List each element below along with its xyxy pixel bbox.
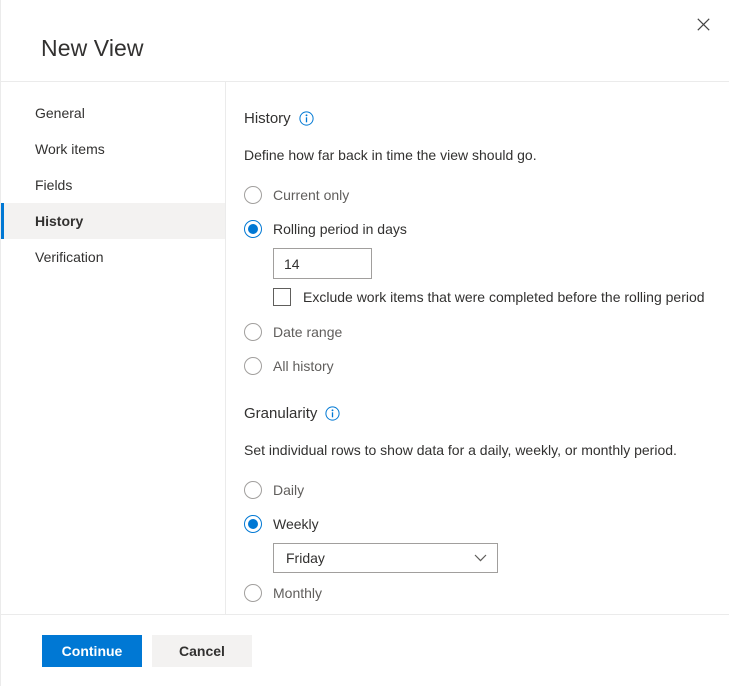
radio-circle-icon (244, 357, 262, 375)
granularity-description: Set individual rows to show data for a d… (244, 442, 677, 458)
dialog-footer: Continue Cancel (1, 615, 729, 686)
history-section-header: History (244, 110, 705, 127)
settings-panel: History Define how far back in time the … (226, 82, 729, 614)
sidebar-item-work-items[interactable]: Work items (1, 131, 225, 167)
radio-label: All history (273, 358, 334, 374)
radio-circle-icon (244, 186, 262, 204)
sidebar-item-label: Verification (35, 249, 104, 265)
info-icon[interactable] (325, 406, 340, 421)
sidebar-item-verification[interactable]: Verification (1, 239, 225, 275)
radio-circle-icon (244, 481, 262, 499)
sidebar-item-fields[interactable]: Fields (1, 167, 225, 203)
radio-label: Monthly (273, 585, 323, 601)
weekday-select-value: Friday (286, 550, 325, 566)
sidebar-nav: General Work items Fields History Verifi… (1, 82, 226, 614)
radio-label: Date range (273, 324, 343, 340)
weekday-select[interactable]: Friday (273, 543, 498, 573)
checkbox-label: Exclude work items that were completed b… (303, 289, 705, 305)
radio-circle-icon (244, 584, 262, 602)
dialog-header: New View (1, 0, 729, 82)
radio-label: Weekly (273, 516, 319, 532)
weekday-select-wrap: Friday (244, 543, 705, 573)
radio-all-history[interactable]: All history (244, 351, 705, 381)
history-section-title: History (244, 110, 291, 127)
continue-button[interactable]: Continue (42, 634, 142, 667)
radio-weekly[interactable]: Weekly (244, 509, 705, 539)
granularity-section-header: Granularity (244, 405, 705, 422)
page-title: New View (41, 35, 144, 61)
sidebar-item-history[interactable]: History (1, 203, 225, 239)
dialog-body: General Work items Fields History Verifi… (1, 82, 729, 615)
new-view-dialog: New View General Work items Fields Histo… (0, 0, 729, 686)
sidebar-item-label: History (35, 213, 84, 229)
radio-daily[interactable]: Daily (244, 475, 705, 505)
granularity-section-title: Granularity (244, 405, 318, 422)
cancel-button[interactable]: Cancel (152, 634, 252, 667)
radio-current-only[interactable]: Current only (244, 180, 705, 210)
sidebar-item-general[interactable]: General (1, 95, 225, 131)
radio-label: Rolling period in days (273, 221, 407, 237)
radio-date-range[interactable]: Date range (244, 317, 705, 347)
exclude-completed-checkbox-row[interactable]: Exclude work items that were completed b… (273, 288, 705, 306)
close-icon (696, 17, 710, 31)
info-icon[interactable] (299, 111, 314, 126)
sidebar-item-label: Fields (35, 177, 73, 193)
radio-label: Daily (273, 482, 305, 498)
rolling-days-input[interactable] (273, 248, 372, 279)
radio-rolling-period[interactable]: Rolling period in days (244, 214, 705, 244)
close-button[interactable] (687, 8, 719, 40)
history-description: Define how far back in time the view sho… (244, 147, 537, 163)
radio-circle-icon (244, 323, 262, 341)
radio-circle-checked-icon (244, 220, 262, 238)
sidebar-item-label: General (35, 105, 85, 121)
chevron-down-icon (474, 554, 487, 562)
radio-label: Current only (273, 187, 350, 203)
sidebar-item-label: Work items (35, 141, 105, 157)
checkbox-icon (273, 288, 291, 306)
radio-monthly[interactable]: Monthly (244, 578, 705, 608)
rolling-period-controls: Exclude work items that were completed b… (244, 248, 705, 306)
radio-circle-checked-icon (244, 515, 262, 533)
